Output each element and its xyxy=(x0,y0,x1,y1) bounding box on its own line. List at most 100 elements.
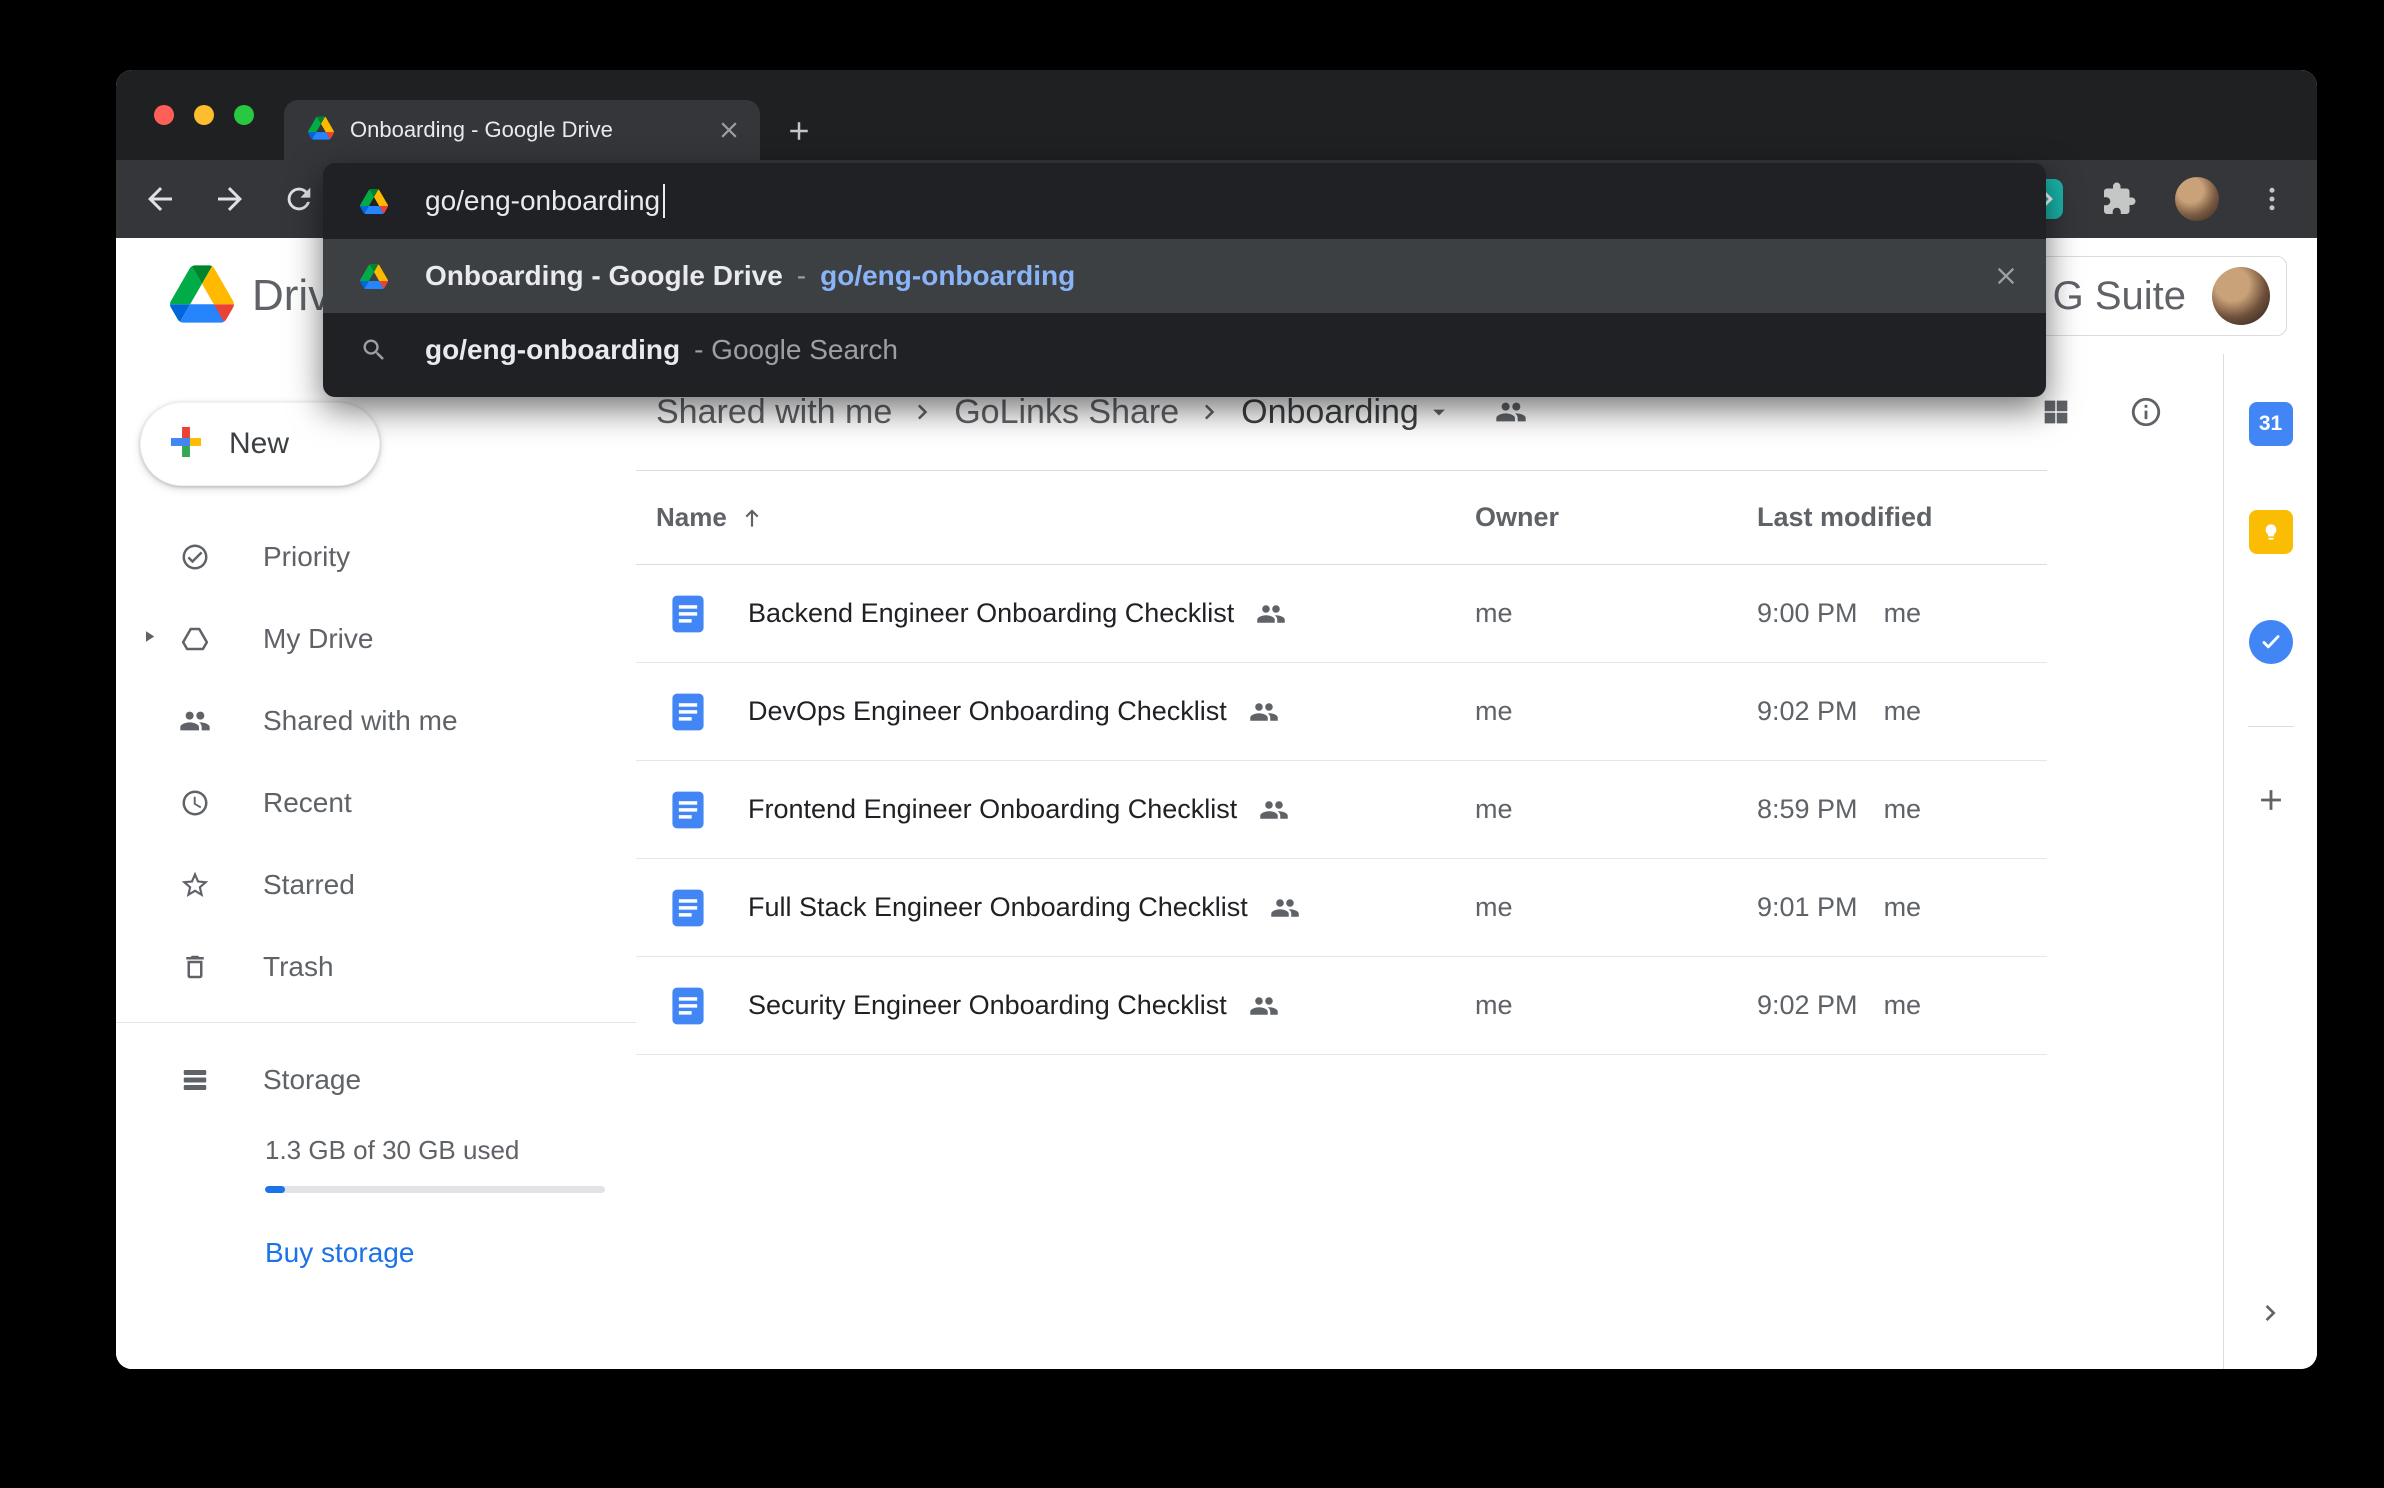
sidebar-item-starred[interactable]: Starred xyxy=(116,844,636,926)
sidebar-item-my-drive[interactable]: My Drive xyxy=(116,598,636,680)
google-docs-icon xyxy=(666,592,710,636)
keep-icon[interactable] xyxy=(2249,510,2293,554)
table-row[interactable]: Full Stack Engineer Onboarding Checklist… xyxy=(636,859,2047,957)
shared-people-icon xyxy=(1249,697,1279,727)
people-icon xyxy=(179,705,211,737)
back-button[interactable] xyxy=(142,181,178,217)
file-name: Backend Engineer Onboarding Checklist xyxy=(748,598,1234,629)
drive-logo[interactable] xyxy=(170,265,234,328)
file-modified-by: me xyxy=(1884,990,1922,1021)
trash-icon xyxy=(179,952,211,982)
google-docs-icon xyxy=(666,984,710,1028)
suggestion-drive-result[interactable]: Onboarding - Google Drive - go/eng-onboa… xyxy=(323,239,2046,313)
suggestion-query: go/eng-onboarding xyxy=(425,334,680,366)
sidebar-item-label: My Drive xyxy=(263,623,373,655)
sidebar-item-priority[interactable]: Priority xyxy=(116,516,636,598)
sidebar-nav: Priority My Drive xyxy=(116,516,636,1008)
folder-dropdown-arrow-icon[interactable] xyxy=(1425,398,1453,426)
collapse-rail-chevron-icon[interactable] xyxy=(2255,1297,2287,1329)
file-modified-by: me xyxy=(1884,794,1922,825)
chevron-right-icon xyxy=(908,397,938,427)
file-modified-by: me xyxy=(1884,696,1922,727)
browser-menu-icon[interactable] xyxy=(2257,184,2287,214)
google-docs-icon xyxy=(666,690,710,734)
omnibox-input[interactable]: go/eng-onboarding xyxy=(323,163,2046,239)
file-modified-time: 8:59 PM xyxy=(1757,794,1858,825)
file-name: Full Stack Engineer Onboarding Checklist xyxy=(748,892,1248,923)
column-header-modified[interactable]: Last modified xyxy=(1757,502,2047,533)
buy-storage-link[interactable]: Buy storage xyxy=(265,1237,636,1269)
suggestion-separator: - xyxy=(797,260,806,292)
gsuite-label: G Suite xyxy=(2053,274,2186,319)
drive-body: New Priority xyxy=(116,354,2317,1369)
my-drive-icon xyxy=(179,624,211,654)
clock-icon xyxy=(179,788,211,818)
minimize-window-button[interactable] xyxy=(194,105,214,125)
file-name: DevOps Engineer Onboarding Checklist xyxy=(748,696,1227,727)
breadcrumb-golinks-share[interactable]: GoLinks Share xyxy=(954,393,1179,432)
storage-progress-bar xyxy=(265,1186,605,1193)
table-row[interactable]: Frontend Engineer Onboarding Checklist m… xyxy=(636,761,2047,859)
sidebar-item-label: Recent xyxy=(263,787,352,819)
suggestion-title: Onboarding - Google Drive xyxy=(425,260,783,292)
shared-people-icon xyxy=(1256,599,1286,629)
sidebar-divider xyxy=(116,1022,636,1023)
new-tab-button[interactable] xyxy=(784,116,814,146)
rail-divider xyxy=(2248,726,2294,727)
file-modified-by: me xyxy=(1884,598,1922,629)
file-modified-time: 9:01 PM xyxy=(1757,892,1858,923)
drive-favicon xyxy=(323,189,425,214)
drive-main: Shared with me GoLinks Share Onboarding xyxy=(636,354,2223,1369)
file-owner: me xyxy=(1467,598,1757,629)
breadcrumb-onboarding[interactable]: Onboarding xyxy=(1241,393,1419,432)
new-button[interactable]: New xyxy=(140,402,380,486)
add-addon-plus-icon[interactable] xyxy=(2254,783,2288,817)
remove-suggestion-icon[interactable] xyxy=(1992,262,2020,290)
shared-people-icon xyxy=(1270,893,1300,923)
info-icon[interactable] xyxy=(2129,395,2163,429)
breadcrumb-shared-with-me[interactable]: Shared with me xyxy=(656,393,892,432)
suggestion-google-search[interactable]: go/eng-onboarding - Google Search xyxy=(323,313,2046,387)
sidebar-item-label: Shared with me xyxy=(263,705,458,737)
sidebar-item-label: Trash xyxy=(263,951,334,983)
sidebar-item-label: Starred xyxy=(263,869,355,901)
file-owner: me xyxy=(1467,794,1757,825)
account-avatar[interactable] xyxy=(2212,267,2270,325)
sort-ascending-icon[interactable] xyxy=(739,505,765,531)
file-owner: me xyxy=(1467,990,1757,1021)
drive-favicon xyxy=(308,116,334,145)
suggestion-url: go/eng-onboarding xyxy=(820,260,1075,292)
browser-tab[interactable]: Onboarding - Google Drive xyxy=(284,100,760,160)
zoom-window-button[interactable] xyxy=(234,105,254,125)
star-icon xyxy=(179,869,211,901)
calendar-icon[interactable]: 31 xyxy=(2249,402,2293,446)
table-row[interactable]: Security Engineer Onboarding Checklist m… xyxy=(636,957,2047,1055)
drive-favicon xyxy=(323,264,425,289)
omnibox-dropdown: go/eng-onboarding Onboarding - Google Dr… xyxy=(323,163,2046,397)
tasks-icon[interactable] xyxy=(2249,620,2293,664)
google-docs-icon xyxy=(666,886,710,930)
sidebar-item-storage[interactable]: Storage xyxy=(116,1039,636,1121)
tab-close-icon[interactable] xyxy=(716,117,742,143)
expand-arrow-icon[interactable] xyxy=(140,628,158,651)
column-header-name[interactable]: Name xyxy=(656,502,727,533)
browser-profile-avatar[interactable] xyxy=(2175,177,2219,221)
table-row[interactable]: DevOps Engineer Onboarding Checklist me … xyxy=(636,663,2047,761)
search-icon xyxy=(323,336,425,364)
chevron-right-icon xyxy=(1195,397,1225,427)
sidebar-item-trash[interactable]: Trash xyxy=(116,926,636,1008)
macos-traffic-lights xyxy=(116,105,254,125)
reload-button[interactable] xyxy=(282,182,316,216)
forward-button[interactable] xyxy=(212,181,248,217)
table-row[interactable]: Backend Engineer Onboarding Checklist me… xyxy=(636,565,2047,663)
sidebar-item-shared-with-me[interactable]: Shared with me xyxy=(116,680,636,762)
file-name: Frontend Engineer Onboarding Checklist xyxy=(748,794,1237,825)
close-window-button[interactable] xyxy=(154,105,174,125)
column-header-owner[interactable]: Owner xyxy=(1467,502,1757,533)
extensions-puzzle-icon[interactable] xyxy=(2101,181,2137,217)
storage-usage-text: 1.3 GB of 30 GB used xyxy=(265,1135,636,1166)
sidebar-item-recent[interactable]: Recent xyxy=(116,762,636,844)
sidebar-item-label: Priority xyxy=(263,541,350,573)
grid-view-icon[interactable] xyxy=(2039,395,2073,429)
file-name: Security Engineer Onboarding Checklist xyxy=(748,990,1227,1021)
